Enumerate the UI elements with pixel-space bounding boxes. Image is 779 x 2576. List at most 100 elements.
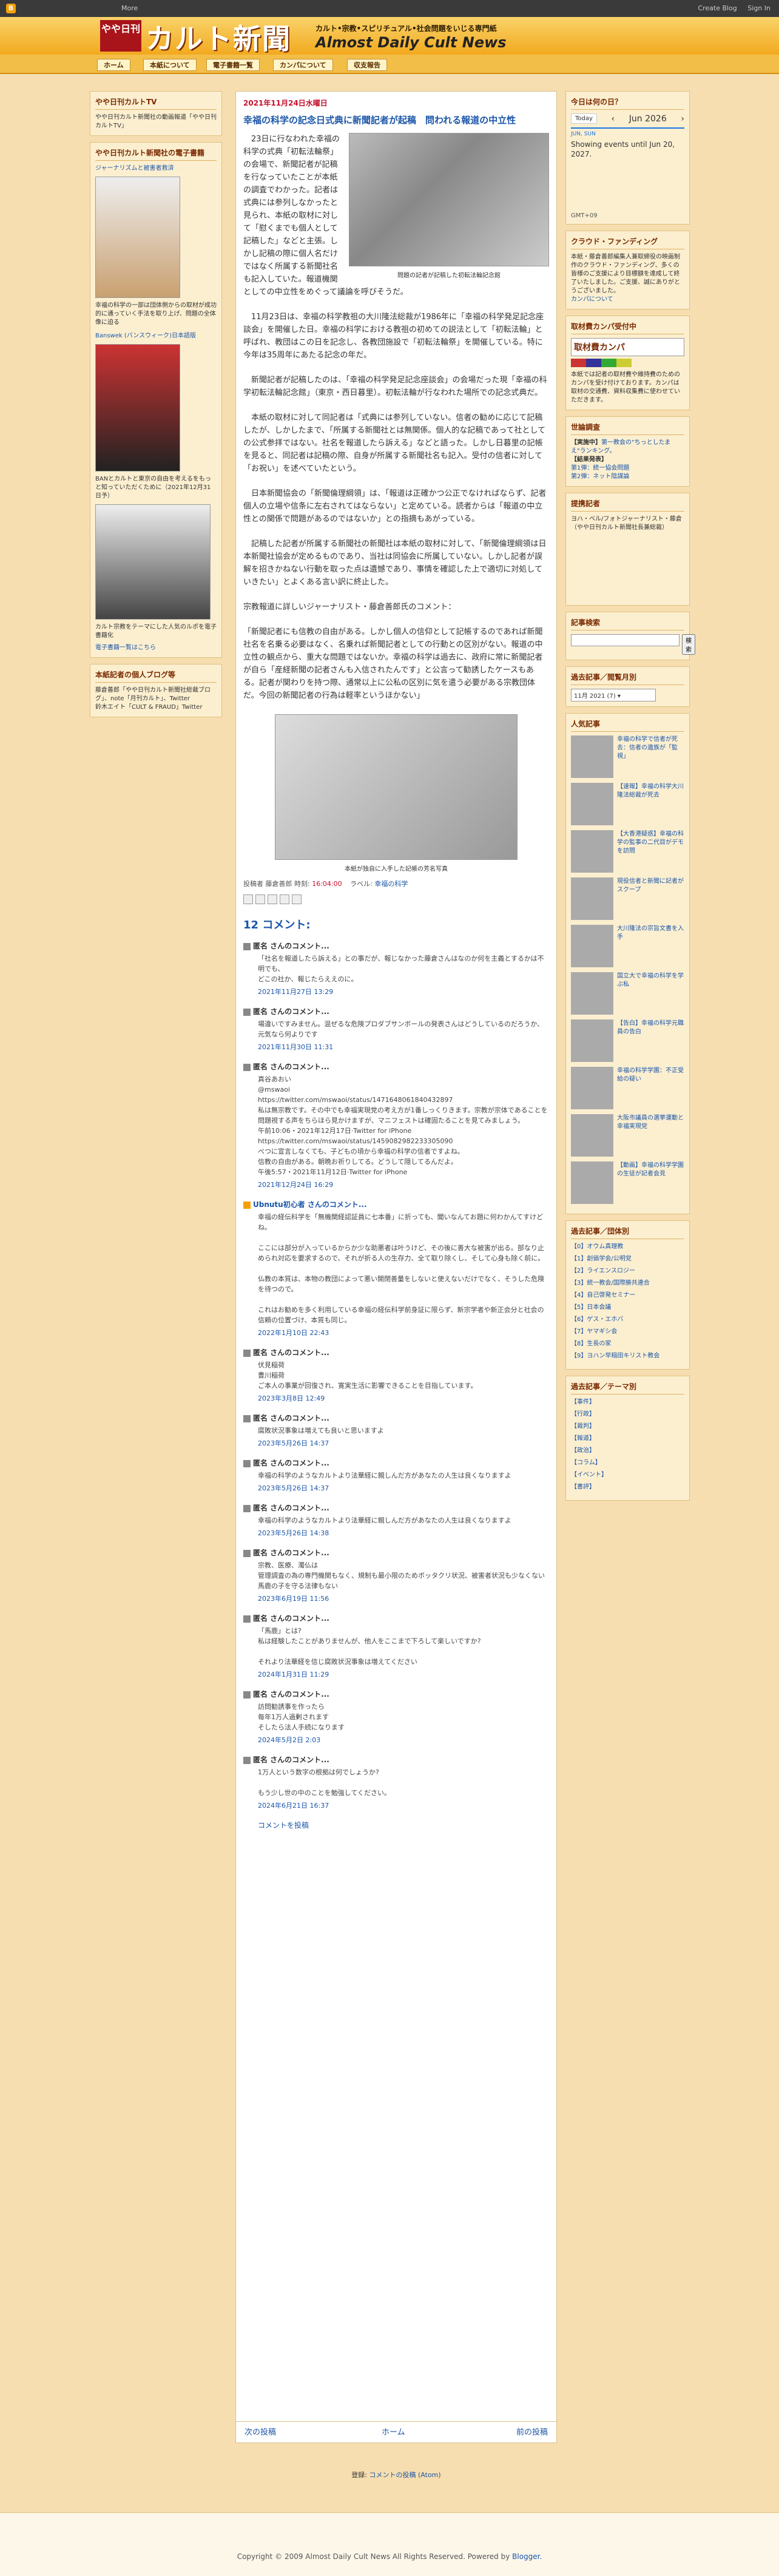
comment-time-link[interactable]: 2021年11月30日 11:31 bbox=[258, 1042, 549, 1052]
tab-about[interactable]: 本紙について bbox=[143, 59, 197, 71]
theme-link[interactable]: 【政治】 bbox=[571, 1447, 684, 1455]
theme-link[interactable]: 【行政】 bbox=[571, 1410, 684, 1419]
post-label-link[interactable]: 幸福の科学 bbox=[374, 880, 408, 888]
donation-banner[interactable]: 取材費カンパ bbox=[571, 338, 684, 356]
popular-thumbnail[interactable] bbox=[571, 783, 613, 825]
tag-link[interactable]: 【2】ライエンスロジー bbox=[571, 1267, 684, 1276]
popular-item[interactable]: 大阪市議員の選挙運動と幸福実現党 bbox=[571, 1114, 684, 1157]
calendar-prev-icon[interactable]: ‹ bbox=[612, 114, 615, 124]
popular-title[interactable]: 【大香港疑惑】幸福の科学の監事の二代目がデモを訪問 bbox=[617, 830, 684, 873]
theme-link[interactable]: 【報道】 bbox=[571, 1435, 684, 1443]
comment-time-link[interactable]: 2023年5月26日 14:37 bbox=[258, 1438, 549, 1448]
widget-text[interactable]: ヨハ・ベル/フォトジャーナリスト・藤倉（やや日刊カルト新聞社長兼総裁） bbox=[571, 515, 684, 600]
poll-result-link[interactable]: 第2弾：ネット陰謀論 bbox=[571, 473, 684, 481]
popular-title[interactable]: 【速報】幸福の科学大川隆法総裁が死去 bbox=[617, 783, 684, 825]
guestbook-photo[interactable] bbox=[275, 714, 518, 860]
theme-link[interactable]: 【書評】 bbox=[571, 1483, 684, 1492]
newer-post-link[interactable]: 次の投稿 bbox=[244, 2422, 276, 2444]
popular-thumbnail[interactable] bbox=[571, 1019, 613, 1062]
comment-author[interactable]: Ubnutu初心者 さんのコメント... bbox=[253, 1200, 367, 1209]
tag-link[interactable]: 【4】自己啓発セミナー bbox=[571, 1291, 684, 1300]
popular-item[interactable]: 【動画】幸福の科学学園の生徒が記者会見 bbox=[571, 1161, 684, 1204]
memorial-hall-photo[interactable] bbox=[349, 133, 549, 266]
sign-in-link[interactable]: Sign In bbox=[747, 4, 771, 12]
popular-thumbnail[interactable] bbox=[571, 972, 613, 1015]
create-blog-link[interactable]: Create Blog bbox=[698, 4, 737, 12]
widget-text[interactable]: やや日刊カルト新聞社の動画報道「やや日刊カルトTV」 bbox=[95, 113, 217, 130]
comment-time-link[interactable]: 2024年1月31日 11:29 bbox=[258, 1669, 549, 1679]
donate-link[interactable]: カンパについて bbox=[571, 296, 684, 304]
poll-result-link[interactable]: 第1弾：統一協会問題 bbox=[571, 464, 684, 473]
navbar-more-link[interactable]: More bbox=[121, 4, 138, 12]
comment-time-link[interactable]: 2024年5月2日 2:03 bbox=[258, 1735, 549, 1745]
home-link[interactable]: ホーム bbox=[382, 2422, 405, 2444]
ebook-cover-image[interactable] bbox=[95, 344, 180, 472]
blogger-logo-icon[interactable]: B bbox=[6, 4, 16, 13]
popular-item[interactable]: 大川隆法の宗旨文書を入手 bbox=[571, 925, 684, 967]
twitter-share-icon[interactable] bbox=[268, 894, 277, 904]
facebook-share-icon[interactable] bbox=[280, 894, 289, 904]
pinterest-share-icon[interactable] bbox=[292, 894, 302, 904]
search-button[interactable]: 検索 bbox=[682, 634, 695, 655]
widget-text[interactable]: 鈴木エイト「CULT & FRAUD」Twitter bbox=[95, 703, 217, 712]
theme-link[interactable]: 【裁判】 bbox=[571, 1422, 684, 1431]
popular-title[interactable]: 【動画】幸福の科学学園の生徒が記者会見 bbox=[617, 1161, 684, 1204]
popular-item[interactable]: 幸福の科学学園：不正受給の疑い bbox=[571, 1067, 684, 1109]
tag-link[interactable]: 【3】統一教会/国際勝共連合 bbox=[571, 1279, 684, 1288]
popular-title[interactable]: 幸福の科学学園：不正受給の疑い bbox=[617, 1067, 684, 1109]
blogger-link[interactable]: Blogger. bbox=[512, 2552, 542, 2561]
archive-select[interactable]: 11月 2021 (7) ▾ bbox=[571, 689, 656, 701]
tag-link[interactable]: 【5】日本会議 bbox=[571, 1303, 684, 1312]
comment-time-link[interactable]: 2023年5月26日 14:38 bbox=[258, 1528, 549, 1538]
tag-link[interactable]: 【6】ゲス・エホバ bbox=[571, 1316, 684, 1324]
comment-time-link[interactable]: 2021年12月24日 16:29 bbox=[258, 1180, 549, 1189]
search-input[interactable] bbox=[571, 634, 680, 646]
tab-report[interactable]: 収支報告 bbox=[347, 59, 387, 71]
post-comment-link[interactable]: コメントを投稿 bbox=[258, 1820, 549, 1830]
tag-link[interactable]: 【8】生長の家 bbox=[571, 1340, 684, 1348]
post-time-link[interactable]: 16:04:00 bbox=[312, 880, 342, 888]
popular-thumbnail[interactable] bbox=[571, 735, 613, 778]
ebook-cover-image[interactable] bbox=[95, 504, 211, 620]
tag-link[interactable]: 【1】創価学会/公明党 bbox=[571, 1255, 684, 1263]
blog-share-icon[interactable] bbox=[255, 894, 265, 904]
tag-link[interactable]: 【9】ヨハン早稲田キリスト教会 bbox=[571, 1352, 684, 1361]
theme-link[interactable]: 【イベント】 bbox=[571, 1471, 684, 1479]
comment-time-link[interactable]: 2023年6月19日 11:56 bbox=[258, 1594, 549, 1603]
tag-link[interactable]: 【7】ヤマギシ会 bbox=[571, 1328, 684, 1336]
ebook-cover-image[interactable] bbox=[95, 177, 180, 298]
book-title[interactable]: Banswek (バンスウィーク)日本語版 bbox=[95, 332, 217, 340]
popular-item[interactable]: 幸福の科学で信者が死去：信者の遺族が「監視」 bbox=[571, 735, 684, 778]
comment-time-link[interactable]: 2022年1月10日 22:43 bbox=[258, 1328, 549, 1337]
calendar-next-icon[interactable]: › bbox=[681, 114, 684, 124]
popular-title[interactable]: 大阪市議員の選挙運動と幸福実現党 bbox=[617, 1114, 684, 1157]
popular-thumbnail[interactable] bbox=[571, 925, 613, 967]
logo-badge[interactable]: やや日刊 bbox=[100, 20, 141, 52]
popular-item[interactable]: 現役信者と新聞に記者がスクープ bbox=[571, 877, 684, 920]
comment-time-link[interactable]: 2023年5月26日 14:37 bbox=[258, 1483, 549, 1493]
theme-link[interactable]: 【事件】 bbox=[571, 1398, 684, 1407]
comment-time-link[interactable]: 2021年11月27日 13:29 bbox=[258, 987, 549, 996]
popular-title[interactable]: 現役信者と新聞に記者がスクープ bbox=[617, 877, 684, 920]
popular-title[interactable]: 幸福の科学で信者が死去：信者の遺族が「監視」 bbox=[617, 735, 684, 778]
theme-link[interactable]: 【コラム】 bbox=[571, 1459, 684, 1467]
popular-item[interactable]: 国立大で幸福の科学を学ぶ私 bbox=[571, 972, 684, 1015]
popular-title[interactable]: 【告白】幸福の科学元職員の告白 bbox=[617, 1019, 684, 1062]
email-share-icon[interactable] bbox=[243, 894, 253, 904]
popular-thumbnail[interactable] bbox=[571, 1114, 613, 1157]
popular-thumbnail[interactable] bbox=[571, 1067, 613, 1109]
ebook-more-link[interactable]: 電子書籍一覧はこちら bbox=[95, 644, 217, 652]
popular-item[interactable]: 【速報】幸福の科学大川隆法総裁が死去 bbox=[571, 783, 684, 825]
popular-item[interactable]: 【告白】幸福の科学元職員の告白 bbox=[571, 1019, 684, 1062]
calendar-today-button[interactable]: Today bbox=[571, 113, 597, 124]
tag-link[interactable]: 【0】オウム真理教 bbox=[571, 1243, 684, 1251]
popular-thumbnail[interactable] bbox=[571, 877, 613, 920]
popular-thumbnail[interactable] bbox=[571, 1161, 613, 1204]
popular-title[interactable]: 大川隆法の宗旨文書を入手 bbox=[617, 925, 684, 967]
comment-time-link[interactable]: 2023年3月8日 12:49 bbox=[258, 1393, 549, 1403]
tab-donate[interactable]: カンパについて bbox=[273, 59, 333, 71]
post-title[interactable]: 幸福の科学の記念日式典に新聞記者が起稿 問われる報道の中立性 bbox=[243, 114, 549, 127]
comment-time-link[interactable]: 2024年6月21日 16:37 bbox=[258, 1800, 549, 1810]
subscribe-atom-link[interactable]: コメントの投稿 (Atom) bbox=[369, 2471, 441, 2479]
older-post-link[interactable]: 前の投稿 bbox=[516, 2422, 548, 2444]
